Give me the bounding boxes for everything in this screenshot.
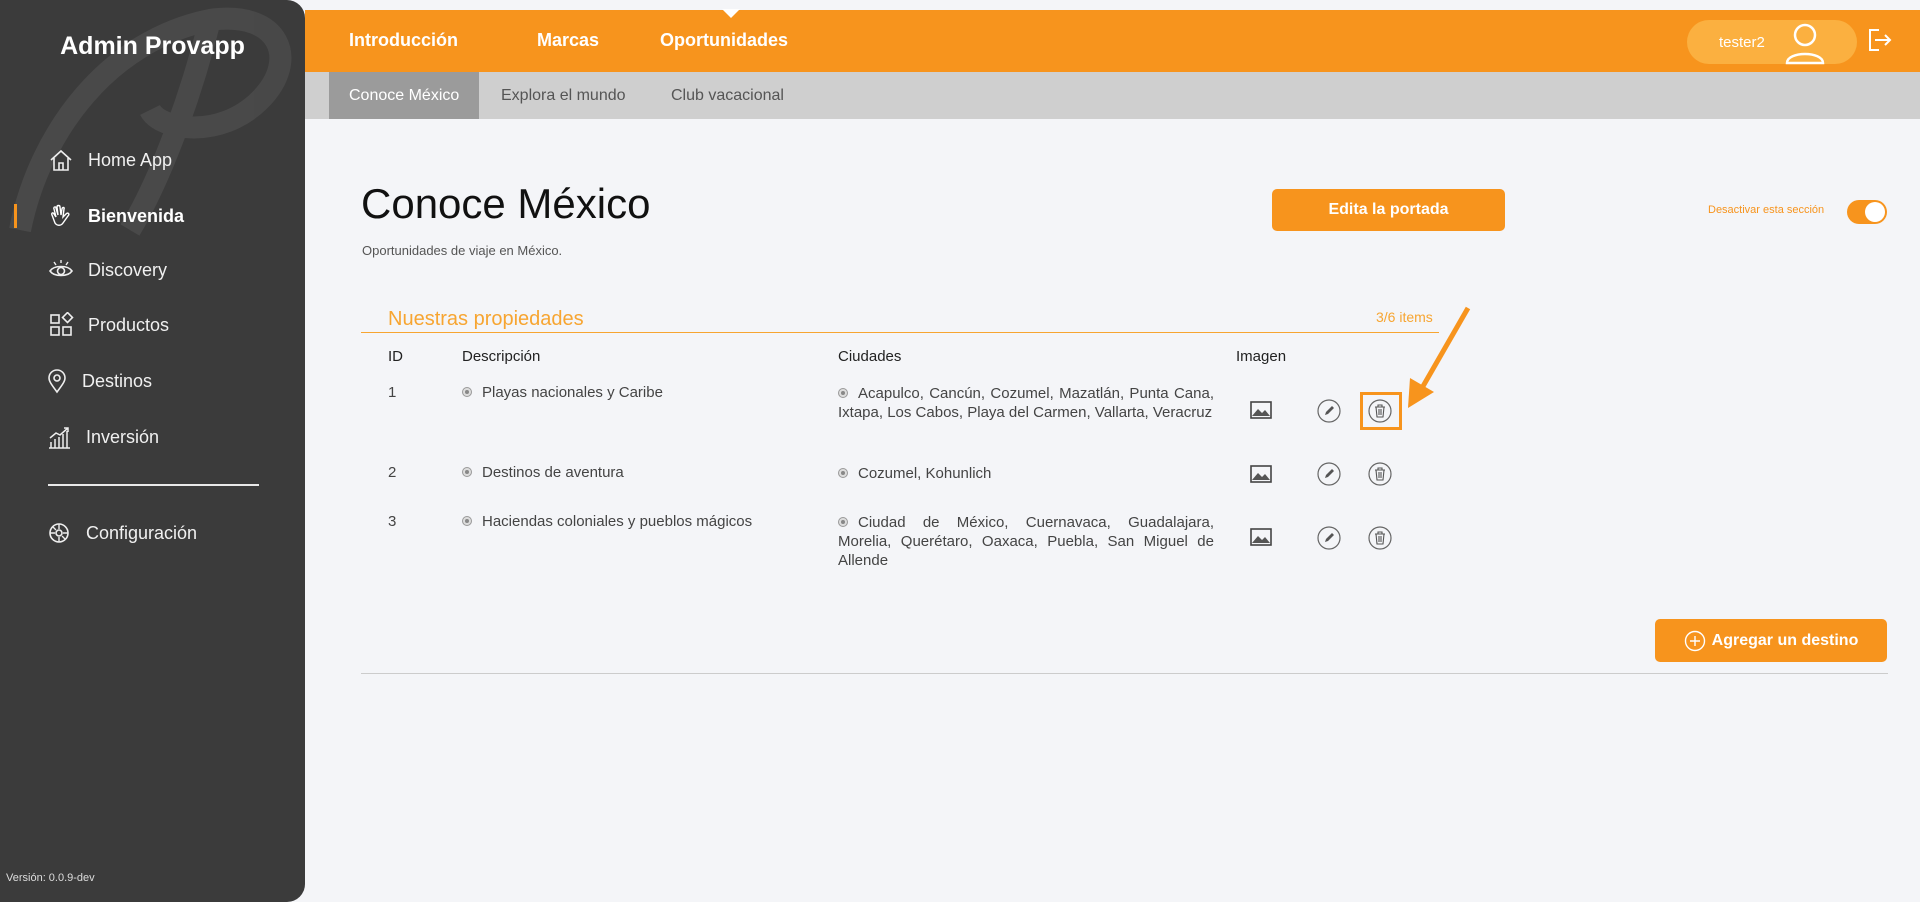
subtab-conoce-mexico[interactable]: Conoce México: [329, 72, 480, 119]
row-cities: Acapulco, Cancún, Cozumel, Mazatlán, Pun…: [838, 385, 1214, 421]
row-id: 3: [388, 513, 397, 530]
subtab-club-vacacional[interactable]: Club vacacional: [651, 72, 804, 119]
app-version: Versión: 0.0.9-dev: [6, 872, 95, 884]
logout-icon[interactable]: [1865, 26, 1893, 59]
top-nav-bar: Introducción Marcas Oportunidades tester…: [305, 9, 1920, 72]
grid-icon: [48, 312, 74, 338]
user-avatar-icon: [1783, 21, 1827, 69]
delete-icon[interactable]: [1367, 461, 1393, 487]
annotation-arrow-icon: [1408, 306, 1471, 408]
sidebar-item-inversion[interactable]: Inversión: [0, 417, 305, 457]
delete-highlight-box: [1360, 392, 1402, 430]
sidebar-item-label: Productos: [88, 314, 170, 335]
sub-nav-bar: Conoce México Explora el mundo Club vaca…: [305, 72, 1920, 119]
row-cities: Ciudad de México, Cuernavaca, Guadalajar…: [838, 514, 1214, 569]
sidebar-item-discovery[interactable]: Discovery: [0, 250, 305, 290]
sidebar: Admin Provapp Home App Bienvenida Discov…: [0, 0, 305, 902]
image-icon[interactable]: [1248, 461, 1274, 487]
sidebar-item-label: Home App: [88, 149, 173, 170]
home-icon: [48, 147, 74, 173]
location-pin-icon: [44, 368, 70, 394]
user-menu[interactable]: tester2: [1687, 20, 1857, 65]
bullet-icon: [838, 468, 848, 478]
image-icon[interactable]: [1248, 524, 1274, 550]
add-destination-button[interactable]: Agregar un destino: [1655, 619, 1887, 662]
row-description: Playas nacionales y Caribe: [462, 384, 663, 401]
toggle-knob: [1865, 202, 1885, 222]
bottom-divider: [361, 673, 1888, 674]
page-title: Conoce México: [361, 180, 651, 227]
section-divider: [361, 332, 1439, 333]
app-brand: Admin Provapp: [60, 32, 245, 60]
row-id: 2: [388, 464, 397, 481]
tab-oportunidades[interactable]: Oportunidades: [660, 30, 788, 51]
column-header-cities: Ciudades: [838, 348, 902, 365]
sidebar-item-label: Configuración: [86, 522, 198, 543]
sidebar-item-label: Inversión: [86, 426, 160, 447]
tab-marcas[interactable]: Marcas: [537, 30, 599, 51]
image-icon[interactable]: [1248, 397, 1274, 423]
waving-hand-icon: [48, 203, 74, 229]
sidebar-divider: [48, 484, 259, 486]
edit-cover-button[interactable]: Edita la portada: [1272, 189, 1505, 231]
row-description: Destinos de aventura: [462, 464, 624, 481]
username: tester2: [1719, 34, 1765, 51]
add-destination-label: Agregar un destino: [1711, 631, 1859, 649]
bullet-icon: [462, 387, 472, 397]
plus-circle-icon: [1684, 630, 1706, 652]
sidebar-item-label: Destinos: [82, 370, 153, 391]
column-header-description: Descripción: [462, 348, 541, 365]
section-toggle[interactable]: [1847, 200, 1887, 224]
column-header-image: Imagen: [1236, 348, 1287, 365]
bullet-icon: [462, 516, 472, 526]
sidebar-item-label: Bienvenida: [88, 205, 185, 226]
bullet-icon: [462, 467, 472, 477]
toggle-label: Desactivar esta sección: [1708, 204, 1825, 216]
edit-icon[interactable]: [1316, 461, 1342, 487]
gear-icon: [46, 520, 72, 546]
sidebar-item-home-app[interactable]: Home App: [0, 140, 305, 180]
page-subtitle: Oportunidades de viaje en México.: [362, 243, 563, 258]
edit-icon[interactable]: [1316, 398, 1342, 424]
eye-icon: [48, 257, 74, 283]
sidebar-item-label: Discovery: [88, 259, 168, 280]
active-tab-caret: [722, 9, 740, 18]
section-title: Nuestras propiedades: [388, 308, 584, 330]
bullet-icon: [838, 517, 848, 527]
bullet-icon: [838, 388, 848, 398]
column-header-id: ID: [388, 348, 403, 365]
sidebar-item-destinos[interactable]: Destinos: [0, 361, 305, 401]
row-cities: Cozumel, Kohunlich: [838, 464, 1214, 483]
row-description: Haciendas coloniales y pueblos mágicos: [462, 513, 752, 530]
sidebar-item-productos[interactable]: Productos: [0, 305, 305, 345]
delete-icon[interactable]: [1367, 525, 1393, 551]
bar-chart-icon: [46, 424, 72, 450]
sidebar-item-bienvenida[interactable]: Bienvenida: [0, 196, 305, 236]
row-id: 1: [388, 384, 397, 401]
sidebar-item-configuracion[interactable]: Configuración: [0, 513, 305, 553]
edit-icon[interactable]: [1316, 525, 1342, 551]
subtab-explora-el-mundo[interactable]: Explora el mundo: [481, 72, 646, 119]
tab-introduccion[interactable]: Introducción: [349, 30, 458, 51]
